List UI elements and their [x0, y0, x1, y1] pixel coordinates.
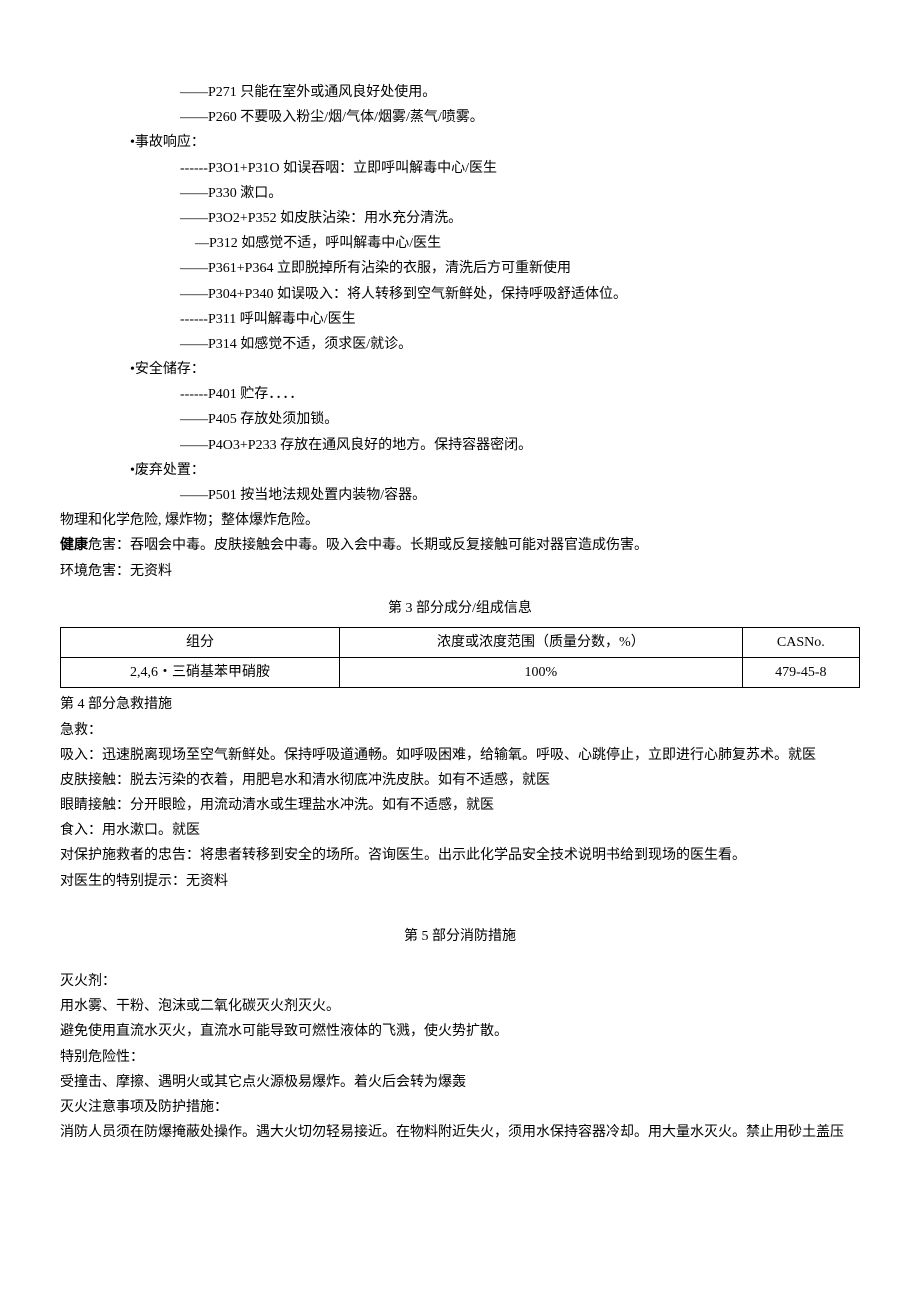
category-disposal: •废弃处置： — [60, 458, 860, 483]
precaution-item: ——P3O2+P352 如皮肤沾染：用水充分清洗。 — [60, 206, 860, 231]
precaution-item: ——P405 存放处须加锁。 — [60, 407, 860, 432]
health-label: 健康 — [60, 538, 88, 553]
precaution-item: ——P260 不要吸入粉尘/烟/气体/烟雾/蒸气/喷雾。 — [60, 105, 860, 130]
first-aid-skin: 皮肤接触：脱去污染的衣着，用肥皂水和清水彻底冲洗皮肤。如有不适感，就医 — [60, 768, 860, 793]
first-aid-ingestion: 食入：用水漱口。就医 — [60, 818, 860, 843]
precaution-item: ——P361+P364 立即脱掉所有沾染的衣服，清洗后方可重新使用 — [60, 256, 860, 281]
section-5-title-text: 第 5 部分消防措施 — [404, 929, 516, 944]
precaution-item: ——P271 只能在室外或通风良好处使用。 — [60, 80, 860, 105]
precaution-item: ——P501 按当地法规处置内装物/容器。 — [60, 483, 860, 508]
category-safe-storage: •安全储存： — [60, 357, 860, 382]
table-row: 2,4,6・三硝基苯甲硝胺 100% 479-45-8 — [61, 658, 860, 688]
precaution-item: ——P314 如感觉不适，须求医/就诊。 — [60, 332, 860, 357]
extinguishing-avoid: 避免使用直流水灭火，直流水可能导致可燃性液体的飞溅，使火势扩散。 — [60, 1019, 860, 1044]
composition-table: 组分 浓度或浓度范围（质量分数，%） CASNo. 2,4,6・三硝基苯甲硝胺 … — [60, 627, 860, 688]
precaution-item: ——P4O3+P233 存放在通风良好的地方。保持容器密闭。 — [60, 433, 860, 458]
extinguishing-agent-label: 灭火剂： — [60, 969, 860, 994]
precaution-item: —P312 如感觉不适，呼叫解毒中心/医生 — [60, 231, 860, 256]
special-hazard-text: 受撞击、摩擦、遇明火或其它点火源极易爆炸。着火后会转为爆轰 — [60, 1070, 860, 1095]
table-cell-component: 2,4,6・三硝基苯甲硝胺 — [61, 658, 340, 688]
table-cell-cas: 479-45-8 — [742, 658, 859, 688]
table-header-concentration: 浓度或浓度范围（质量分数，%） — [340, 627, 743, 657]
precaution-item: ——P330 漱口。 — [60, 181, 860, 206]
section-3-title: 第 3 部分成分/组成信息 — [60, 596, 860, 621]
physical-chemical-hazard: 物理和化学危险, 爆炸物；整体爆炸危险。 — [60, 508, 860, 533]
environment-hazard: 环境危害：无资料 — [60, 559, 860, 584]
first-aid-eyes: 眼睛接触：分开眼睑，用流动清水或生理盐水冲洗。如有不适感，就医 — [60, 793, 860, 818]
first-aid-doctor-note: 对医生的特别提示：无资料 — [60, 869, 860, 894]
category-accident-response: •事故响应： — [60, 130, 860, 155]
first-aid-inhalation: 吸入：迅速脱离现场至空气新鲜处。保持呼吸道通畅。如呼吸困难，给输氧。呼吸、心跳停… — [60, 743, 860, 768]
table-cell-concentration: 100% — [340, 658, 743, 688]
firefighting-precautions-label: 灭火注意事项及防护措施： — [60, 1095, 860, 1120]
first-aid-rescuer-advice: 对保护施救者的忠告：将患者转移到安全的场所。咨询医生。出示此化学品安全技术说明书… — [60, 843, 860, 868]
first-aid-label: 急救： — [60, 718, 860, 743]
section-5-title: 第 5 部分消防措施 — [60, 924, 860, 949]
special-hazard-label: 特别危险性： — [60, 1045, 860, 1070]
extinguishing-agent-text: 用水雾、干粉、泡沫或二氧化碳灭火剂灭火。 — [60, 994, 860, 1019]
table-header-row: 组分 浓度或浓度范围（质量分数，%） CASNo. — [61, 627, 860, 657]
section-4-title: 第 4 部分急救措施 — [60, 692, 860, 717]
firefighting-precautions-text: 消防人员须在防爆掩蔽处操作。遇大火切勿轻易接近。在物料附近失火，须用水保持容器冷… — [60, 1120, 860, 1145]
health-text: 危害：吞咽会中毒。皮肤接触会中毒。吸入会中毒。长期或反复接触可能对器官造成伤害。 — [88, 538, 648, 553]
table-header-cas: CASNo. — [742, 627, 859, 657]
precaution-item: ------P401 贮存．．．． — [60, 382, 860, 407]
health-hazard: 健康危害：吞咽会中毒。皮肤接触会中毒。吸入会中毒。长期或反复接触可能对器官造成伤… — [60, 533, 860, 558]
precaution-item: ------P3O1+P31O 如误吞咽：立即呼叫解毒中心/医生 — [60, 156, 860, 181]
precaution-item: ------P311 呼叫解毒中心/医生 — [60, 307, 860, 332]
precaution-item: ——P304+P340 如误吸入：将人转移到空气新鲜处，保持呼吸舒适体位。 — [60, 282, 860, 307]
table-header-component: 组分 — [61, 627, 340, 657]
section-3-title-text: 第 3 部分成分/组成信息 — [388, 601, 532, 616]
